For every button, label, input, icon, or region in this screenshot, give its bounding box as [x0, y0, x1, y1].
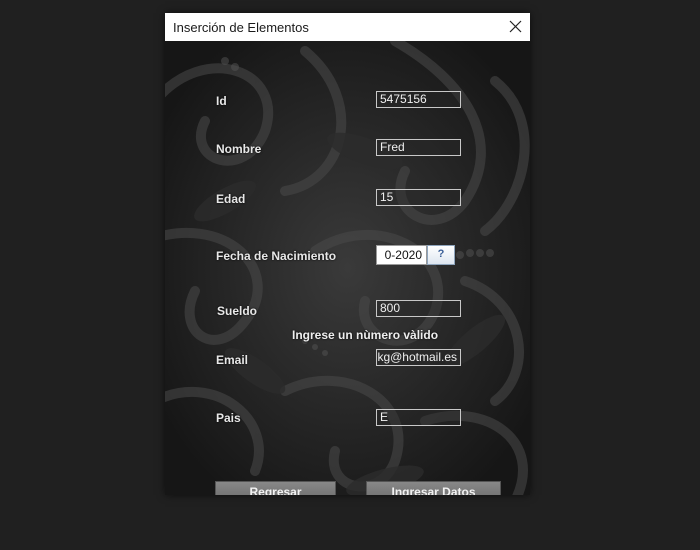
regresar-button[interactable]: Regresar [215, 481, 336, 495]
id-input[interactable]: 5475156 [376, 91, 461, 108]
edad-input[interactable]: 15 [376, 189, 461, 206]
edad-label: Edad [216, 192, 246, 206]
sueldo-input[interactable]: 800 [376, 300, 461, 317]
fecha-nacimiento-input[interactable]: 0-2020 [376, 245, 427, 265]
insertion-dialog: Inserción de Elementos Id 5475156 Nombre… [165, 13, 530, 495]
ingresar-datos-button[interactable]: Ingresar Datos [366, 481, 501, 495]
nombre-label: Nombre [216, 142, 262, 156]
sueldo-label: Sueldo [217, 304, 258, 318]
form-panel: Id 5475156 Nombre Fred Edad 15 Fecha de … [165, 41, 530, 495]
sueldo-error-message: Ingrese un nùmero vàlido [292, 328, 439, 342]
email-input[interactable]: kg@hotmail.es [376, 349, 461, 366]
email-label: Email [216, 353, 249, 367]
close-icon [509, 20, 522, 33]
pais-label: Pais [216, 411, 241, 425]
close-button[interactable] [500, 13, 530, 41]
calendar-picker-icon: ? [437, 248, 445, 260]
nombre-input[interactable]: Fred [376, 139, 461, 156]
id-label: Id [216, 94, 227, 108]
decorative-swirl-background [165, 41, 530, 495]
pais-input[interactable]: E [376, 409, 461, 426]
fecha-nacimiento-label: Fecha de Nacimiento [216, 249, 337, 263]
date-picker-button[interactable]: ? [427, 245, 455, 265]
title-bar: Inserción de Elementos [165, 13, 530, 41]
window-title: Inserción de Elementos [173, 20, 309, 35]
